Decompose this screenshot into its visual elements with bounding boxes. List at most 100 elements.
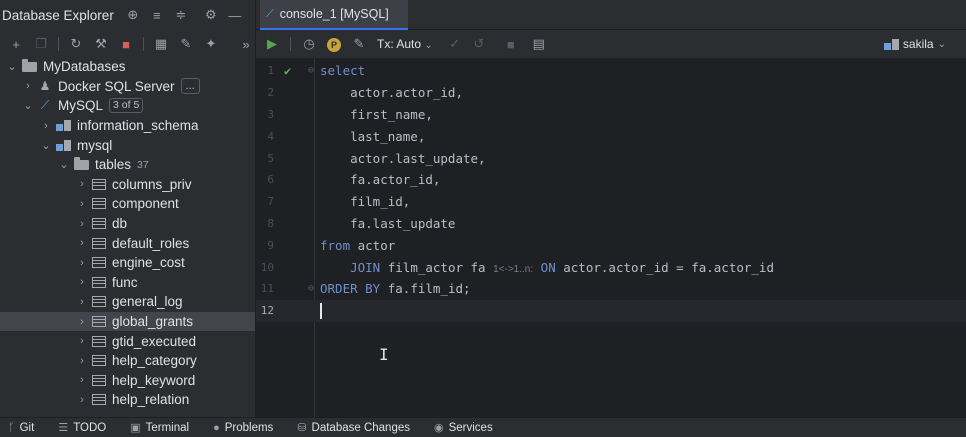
code-text: fa.last_update [320, 215, 456, 231]
tree-node-table[interactable]: › columns_priv [0, 175, 255, 195]
schema-selector[interactable]: sakila ⌄ [883, 37, 946, 51]
tree-node-mysql[interactable]: ⌄ ⟋ MySQL 3 of 5 [0, 96, 255, 116]
code-line[interactable]: 12 [256, 299, 966, 322]
chevron-down-icon[interactable]: ⌄ [38, 139, 54, 152]
chevron-right-icon[interactable]: › [38, 120, 54, 132]
chevron-right-icon[interactable]: › [74, 257, 90, 269]
chevron-right-icon[interactable]: › [74, 335, 90, 347]
tree-node-table[interactable]: › help_keyword [0, 371, 255, 391]
tree-node-mydatabases[interactable]: ⌄ MyDatabases [0, 57, 255, 77]
schema-count-badge[interactable]: 3 of 5 [109, 98, 144, 114]
gear-icon[interactable]: ⚙ [204, 7, 218, 23]
tree-node-label: mysql [77, 137, 113, 153]
git-tool-button[interactable]: ᚴ Git [8, 422, 34, 434]
schema-icon [56, 139, 71, 151]
more-button[interactable]: ... [180, 78, 200, 95]
tree-node-table[interactable]: › global_grants [0, 311, 255, 332]
code-line[interactable]: 1 ✔ ⊖ select [256, 60, 966, 82]
output-panel-icon[interactable]: ▤ [531, 36, 547, 52]
sql-server-icon: ♟ [39, 79, 51, 94]
history-icon[interactable]: ◷ [301, 36, 317, 52]
fold-icon[interactable]: ⊖ [308, 65, 314, 76]
hide-icon[interactable]: — [228, 8, 242, 23]
tree-node-table[interactable]: › help_relation [0, 390, 255, 410]
tx-mode-dropdown[interactable]: Tx: Auto ⌄ [377, 37, 433, 51]
tree-node-table[interactable]: › help_category [0, 351, 255, 371]
chevron-right-icon[interactable]: › [74, 178, 90, 190]
chevron-right-icon[interactable]: › [74, 198, 90, 210]
tree-node-table[interactable]: › default_roles [0, 233, 255, 253]
add-icon[interactable]: + [8, 37, 24, 52]
tree-node-label: help_keyword [112, 372, 196, 388]
fold-icon[interactable]: ⊖ [308, 283, 314, 294]
table-count-badge: 37 [137, 158, 149, 171]
chevron-right-icon[interactable]: › [20, 80, 36, 92]
table-icon [92, 257, 106, 269]
table-icon [92, 276, 106, 288]
services-icon: ◉ [434, 422, 444, 434]
chevron-down-icon[interactable]: ⌄ [4, 60, 20, 73]
chevron-right-icon[interactable]: › [74, 296, 90, 308]
code-line[interactable]: 8 fa.last_update [256, 213, 966, 235]
tree-node-table[interactable]: › general_log [0, 292, 255, 312]
collapse-all-icon[interactable]: ≑ [174, 7, 188, 23]
crosshair-icon[interactable]: ⊕ [126, 7, 140, 23]
database-changes-tool-button[interactable]: ⛁ Database Changes [297, 421, 410, 435]
tree-node-table[interactable]: › func [0, 273, 255, 293]
chevron-down-icon[interactable]: ⌄ [56, 158, 72, 171]
table-icon [92, 374, 106, 386]
problems-tool-button[interactable]: ● Problems [213, 422, 273, 434]
chevron-down-icon[interactable]: ⌄ [20, 99, 36, 112]
tree-node-table[interactable]: › db [0, 214, 255, 234]
edit-datasource-icon[interactable]: ⚒ [93, 36, 109, 52]
sql-editor[interactable]: 1 ✔ ⊖ select 2 actor.actor_id, 3 first_name, 4… [256, 58, 966, 417]
code-line[interactable]: 5 actor.last_update, [256, 147, 966, 169]
edit-icon[interactable]: ✎ [178, 36, 194, 52]
tree-node-table[interactable]: › component [0, 194, 255, 214]
jump-to-icon[interactable]: ✦ [203, 36, 219, 52]
stop-icon[interactable]: ■ [118, 37, 134, 52]
code-line[interactable]: 10 JOIN film_actor fa 1<->1..n: ON actor… [256, 256, 966, 278]
chevron-right-icon[interactable]: › [74, 355, 90, 367]
refresh-icon[interactable]: ↻ [68, 36, 84, 52]
chevron-right-icon[interactable]: › [74, 316, 90, 328]
line-number: 7 [267, 195, 274, 209]
table-view-icon[interactable]: ▦ [153, 36, 169, 52]
tree-node-label: component [112, 196, 179, 212]
expand-all-icon[interactable]: ≡ [150, 8, 164, 23]
rollback-icon[interactable]: ↺ [471, 36, 487, 52]
chevron-right-icon[interactable]: › [74, 374, 90, 386]
settings-wrench-icon[interactable]: ✎ [351, 36, 367, 52]
code-line[interactable]: 7 film_id, [256, 191, 966, 213]
execute-icon[interactable]: ▶ [264, 36, 280, 52]
stop-execution-icon[interactable]: ■ [503, 37, 519, 52]
chevron-right-icon[interactable]: › [74, 394, 90, 406]
tree-node-tables[interactable]: ⌄ tables 37 [0, 155, 255, 175]
tree-node-table[interactable]: › engine_cost [0, 253, 255, 273]
code-line[interactable]: 11 ⊖ ORDER BY fa.film_id; [256, 278, 966, 300]
code-line[interactable]: 2 actor.actor_id, [256, 82, 966, 104]
parameters-icon[interactable]: P [327, 36, 341, 52]
tree-node-information-schema[interactable]: › information_schema [0, 116, 255, 136]
explorer-toolbar: + ❐ ↻ ⚒ ■ ▦ ✎ ✦ » [0, 30, 255, 58]
services-tool-button[interactable]: ◉ Services [434, 421, 493, 435]
copy-icon[interactable]: ❐ [33, 36, 49, 52]
tree-node-docker[interactable]: › ♟ Docker SQL Server ... [0, 77, 255, 97]
code-line[interactable]: 9 from actor [256, 234, 966, 256]
tab-console-1[interactable]: ⟋ console_1 [MySQL] [260, 0, 408, 30]
more-actions-icon[interactable]: » [238, 37, 254, 52]
tree-node-label: db [112, 216, 128, 232]
chevron-right-icon[interactable]: › [74, 218, 90, 230]
code-line[interactable]: 6 fa.actor_id, [256, 169, 966, 191]
terminal-tool-button[interactable]: ▣ Terminal [130, 421, 189, 435]
tree-node-mysql-schema[interactable]: ⌄ mysql [0, 135, 255, 155]
chevron-right-icon[interactable]: › [74, 276, 90, 288]
tree-node-label: help_category [112, 353, 197, 369]
tree-node-table[interactable]: › gtid_executed [0, 331, 255, 351]
todo-tool-button[interactable]: ☰ TODO [58, 421, 106, 435]
commit-icon[interactable]: ✓ [447, 36, 463, 52]
code-line[interactable]: 3 first_name, [256, 104, 966, 126]
chevron-right-icon[interactable]: › [74, 237, 90, 249]
code-line[interactable]: 4 last_name, [256, 125, 966, 147]
terminal-icon: ▣ [130, 422, 141, 434]
